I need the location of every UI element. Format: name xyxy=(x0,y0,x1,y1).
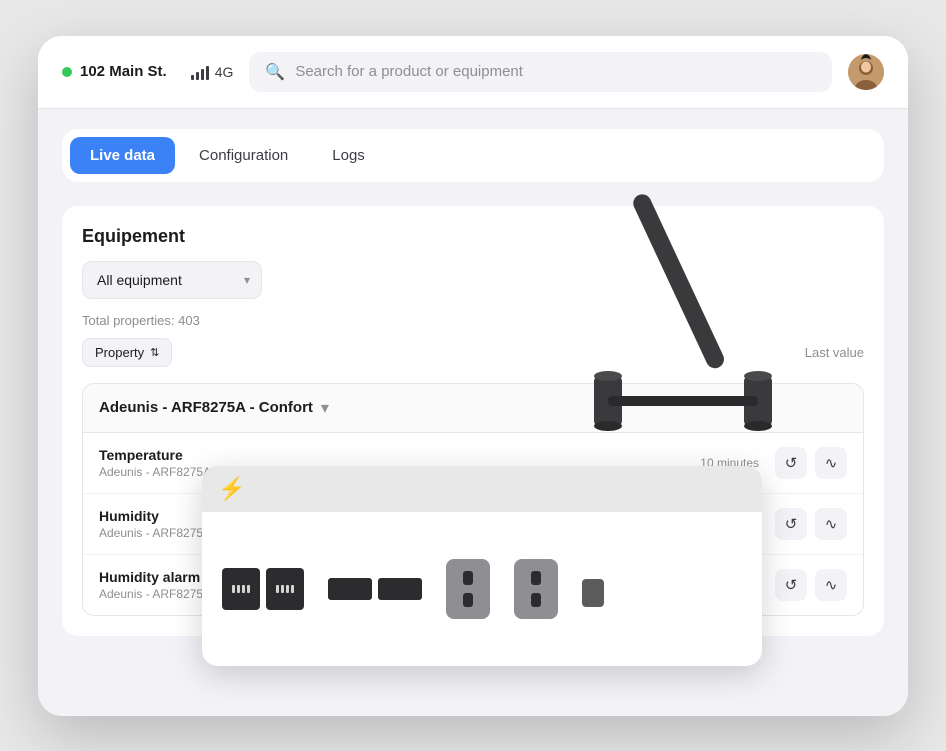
property-filter-badge[interactable]: Property ⇅ xyxy=(82,338,172,367)
signal-label: 4G xyxy=(215,64,234,80)
ethernet-port-1 xyxy=(222,568,260,610)
ethernet-port-group xyxy=(222,568,304,610)
chart-button[interactable]: ∿ xyxy=(815,569,847,601)
ethernet-port-2 xyxy=(266,568,304,610)
eth-pin xyxy=(286,585,289,593)
eth-pin xyxy=(276,585,279,593)
eth-pin xyxy=(281,585,284,593)
eth-pin xyxy=(291,585,294,593)
last-value-header: Last value xyxy=(805,345,864,360)
power-strip-header: ⚡ xyxy=(202,466,762,512)
address-label: 102 Main St. xyxy=(80,63,167,80)
plug-hole xyxy=(463,593,473,607)
refresh-button[interactable]: ↺ xyxy=(775,569,807,601)
plug-hole xyxy=(531,571,541,585)
chevron-down-icon: ▾ xyxy=(321,398,329,418)
total-properties: Total properties: 403 xyxy=(82,313,864,328)
row-actions: ↺ ∿ xyxy=(775,508,847,540)
tabs-container: Live data Configuration Logs xyxy=(62,129,884,182)
eth-pins xyxy=(276,585,294,593)
row-actions: ↺ ∿ xyxy=(775,569,847,601)
device-name: Adeunis - ARF8275A - Confort xyxy=(99,399,313,416)
equipment-section: Equipement All equipment ▾ Total propert… xyxy=(62,206,884,636)
avatar-image xyxy=(848,54,884,90)
search-icon: 🔍 xyxy=(265,62,285,82)
power-strip-body xyxy=(202,512,762,666)
usb-port-group xyxy=(328,578,422,600)
plug-hole xyxy=(531,593,541,607)
search-placeholder: Search for a product or equipment xyxy=(295,63,523,80)
property-filter-row: Property ⇅ Last value xyxy=(82,338,864,367)
address-badge: 102 Main St. xyxy=(62,63,167,80)
equipment-select[interactable]: All equipment xyxy=(82,261,262,299)
outlet-plug-1 xyxy=(446,559,490,619)
mini-usb-port xyxy=(582,579,604,607)
usb-port-2 xyxy=(378,578,422,600)
eth-pins xyxy=(232,585,250,593)
search-bar[interactable]: 🔍 Search for a product or equipment xyxy=(249,52,832,92)
main-content: Live data Configuration Logs xyxy=(38,109,908,656)
equipment-select-wrap: All equipment ▾ xyxy=(82,261,262,299)
chart-button[interactable]: ∿ xyxy=(815,447,847,479)
signal-badge: 4G xyxy=(191,64,234,80)
property-name: Temperature xyxy=(99,447,692,463)
eth-pin xyxy=(237,585,240,593)
outlet-plug-2 xyxy=(514,559,558,619)
signal-icon xyxy=(191,64,209,80)
section-title: Equipement xyxy=(82,226,864,247)
row-actions: ↺ ∿ xyxy=(775,447,847,479)
tab-live-data[interactable]: Live data xyxy=(70,137,175,174)
property-filter-label: Property xyxy=(95,345,144,360)
avatar[interactable] xyxy=(848,54,884,90)
header: 102 Main St. 4G 🔍 Search for a product o… xyxy=(38,36,908,109)
status-dot xyxy=(62,67,72,77)
tab-logs[interactable]: Logs xyxy=(312,137,385,174)
chart-button[interactable]: ∿ xyxy=(815,508,847,540)
device-group-header[interactable]: Adeunis - ARF8275A - Confort ▾ xyxy=(83,384,863,433)
lightning-icon: ⚡ xyxy=(218,476,245,502)
mini-usb-group xyxy=(582,571,604,607)
power-strip-overlay: ⚡ xyxy=(202,466,762,666)
refresh-button[interactable]: ↺ xyxy=(775,447,807,479)
eth-pin xyxy=(232,585,235,593)
tab-configuration[interactable]: Configuration xyxy=(179,137,308,174)
eth-pin xyxy=(242,585,245,593)
app-container: 102 Main St. 4G 🔍 Search for a product o… xyxy=(38,36,908,716)
refresh-button[interactable]: ↺ xyxy=(775,508,807,540)
eth-pin xyxy=(247,585,250,593)
filter-updown-icon: ⇅ xyxy=(150,346,159,359)
plug-hole xyxy=(463,571,473,585)
usb-port-1 xyxy=(328,578,372,600)
